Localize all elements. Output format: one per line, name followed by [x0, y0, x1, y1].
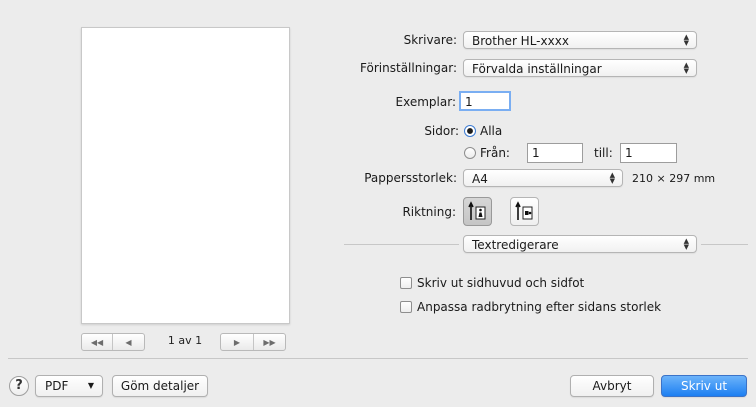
landscape-orientation-icon — [515, 201, 533, 220]
paper-size-label: Pappersstorlek: — [364, 171, 457, 185]
printer-popup[interactable]: Brother HL-xxxx ▲ ▼ — [463, 31, 697, 49]
pages-all-label: Alla — [480, 124, 503, 138]
rewrap-label: Anpassa radbrytning efter sidans storlek — [417, 300, 662, 314]
printer-label: Skrivare: — [403, 33, 457, 47]
portrait-orientation-icon — [468, 201, 486, 220]
first-page-icon[interactable]: ◀◀ — [82, 334, 112, 350]
next-page-icon[interactable]: ▶ — [221, 334, 253, 350]
pages-to-field[interactable]: 1 — [620, 143, 677, 163]
printer-value: Brother HL-xxxx — [472, 34, 569, 48]
help-button[interactable]: ? — [9, 376, 29, 396]
header-footer-checkbox[interactable] — [400, 277, 412, 289]
presets-label: Förinställningar: — [360, 61, 457, 75]
pdf-menu-button[interactable]: PDF ▼ — [35, 375, 103, 397]
cancel-button[interactable]: Avbryt — [570, 375, 654, 397]
header-footer-label: Skriv ut sidhuvud och sidfot — [417, 276, 585, 290]
next-controls: ▶ ▶▶ — [220, 333, 286, 351]
landscape-orientation-button[interactable] — [510, 197, 539, 226]
page-indicator: 1 av 1 — [167, 334, 203, 347]
paper-size-value: A4 — [472, 172, 488, 186]
pages-label: Sidor: — [424, 124, 459, 138]
prev-controls: ◀◀ ◀ — [81, 333, 145, 351]
dropdown-arrow-icon: ▼ — [87, 381, 94, 390]
popup-arrows-icon: ▲ ▼ — [683, 61, 689, 75]
presets-popup[interactable]: Förvalda inställningar ▲ ▼ — [463, 59, 697, 77]
hide-details-button[interactable]: Göm detaljer — [112, 375, 208, 397]
pdf-label: PDF — [45, 379, 69, 393]
print-button[interactable]: Skriv ut — [661, 375, 747, 397]
copies-label: Exemplar: — [395, 95, 456, 109]
section-value: Textredigerare — [472, 238, 559, 252]
portrait-orientation-button[interactable] — [463, 197, 492, 226]
copies-field[interactable]: 1 — [459, 91, 511, 111]
last-page-icon[interactable]: ▶▶ — [254, 334, 285, 350]
paper-dimensions: 210 × 297 mm — [632, 172, 716, 185]
popup-arrows-icon: ▲ ▼ — [683, 33, 689, 47]
rewrap-checkbox[interactable] — [400, 301, 412, 313]
page-navigator: ◀◀ ◀ 1 av 1 ▶ ▶▶ — [81, 333, 288, 351]
footer-separator — [8, 358, 748, 359]
prev-page-icon[interactable]: ◀ — [113, 334, 144, 350]
print-preview — [81, 27, 290, 324]
section-popup[interactable]: Textredigerare ▲ ▼ — [463, 235, 697, 253]
help-icon: ? — [15, 378, 23, 393]
popup-arrows-icon: ▲ ▼ — [683, 237, 689, 251]
section-divider-right — [701, 244, 748, 245]
pages-from-field[interactable]: 1 — [527, 143, 583, 163]
paper-size-popup[interactable]: A4 ▲ ▼ — [463, 169, 623, 187]
orientation-label: Riktning: — [402, 205, 456, 219]
pages-from-label: Från: — [480, 146, 510, 160]
pages-to-label: till: — [594, 146, 613, 160]
pages-all-radio[interactable] — [464, 125, 476, 137]
presets-value: Förvalda inställningar — [472, 62, 602, 76]
section-divider-left — [344, 244, 459, 245]
popup-arrows-icon: ▲ ▼ — [609, 171, 615, 185]
pages-range-radio[interactable] — [464, 147, 476, 159]
